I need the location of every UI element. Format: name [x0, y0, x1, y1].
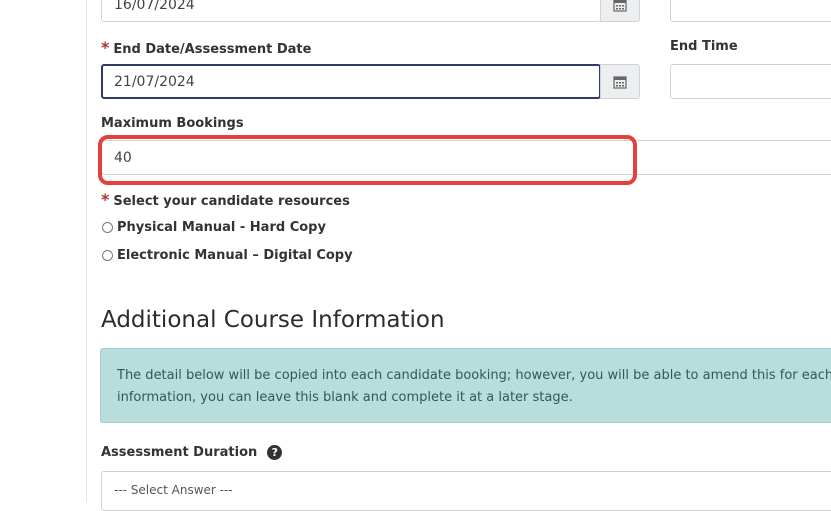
- required-asterisk: *: [101, 38, 110, 57]
- resource-option-physical[interactable]: Physical Manual - Hard Copy: [102, 220, 326, 235]
- section-title: Additional Course Information: [101, 307, 445, 333]
- end-date-label: * End Date/Assessment Date: [101, 38, 311, 57]
- question-circle-icon[interactable]: ?: [267, 445, 283, 460]
- assessment-duration-placeholder: --- Select Answer ---: [114, 483, 233, 497]
- resources-label: * Select your candidate resources: [101, 190, 350, 209]
- assessment-duration-label: Assessment Duration?: [101, 445, 283, 460]
- calendar-icon: [613, 75, 627, 89]
- info-text-line1: The detail below will be copied into eac…: [117, 368, 831, 383]
- required-asterisk: *: [101, 190, 110, 209]
- start-date-input[interactable]: 16/07/2024: [101, 0, 601, 22]
- radio-physical-manual[interactable]: [102, 222, 113, 233]
- resources-label-text: Select your candidate resources: [113, 194, 350, 209]
- assessment-duration-select[interactable]: --- Select Answer ---: [101, 471, 831, 511]
- resource-option-electronic[interactable]: Electronic Manual – Digital Copy: [102, 248, 353, 263]
- info-alert: The detail below will be copied into eac…: [100, 348, 831, 423]
- end-date-calendar-button[interactable]: [600, 64, 640, 99]
- end-time-input[interactable]: [670, 64, 831, 99]
- left-gutter: [0, 0, 87, 502]
- calendar-icon: [613, 0, 627, 12]
- end-date-input[interactable]: 21/07/2024: [101, 64, 601, 99]
- end-time-label: End Time: [670, 39, 738, 54]
- start-date-calendar-button[interactable]: [600, 0, 640, 22]
- max-bookings-input[interactable]: 40: [101, 140, 831, 175]
- max-bookings-value: 40: [114, 149, 132, 166]
- radio-physical-label: Physical Manual - Hard Copy: [117, 220, 326, 235]
- end-date-label-text: End Date/Assessment Date: [113, 42, 312, 57]
- radio-electronic-manual[interactable]: [102, 250, 113, 261]
- radio-electronic-label: Electronic Manual – Digital Copy: [117, 248, 353, 263]
- end-date-value: 21/07/2024: [114, 73, 195, 90]
- assessment-duration-label-text: Assessment Duration: [101, 445, 258, 460]
- info-text-line2: information, you can leave this blank an…: [117, 390, 573, 405]
- max-bookings-label: Maximum Bookings: [101, 116, 244, 131]
- start-time-input[interactable]: [670, 0, 831, 22]
- start-date-value: 16/07/2024: [114, 0, 195, 13]
